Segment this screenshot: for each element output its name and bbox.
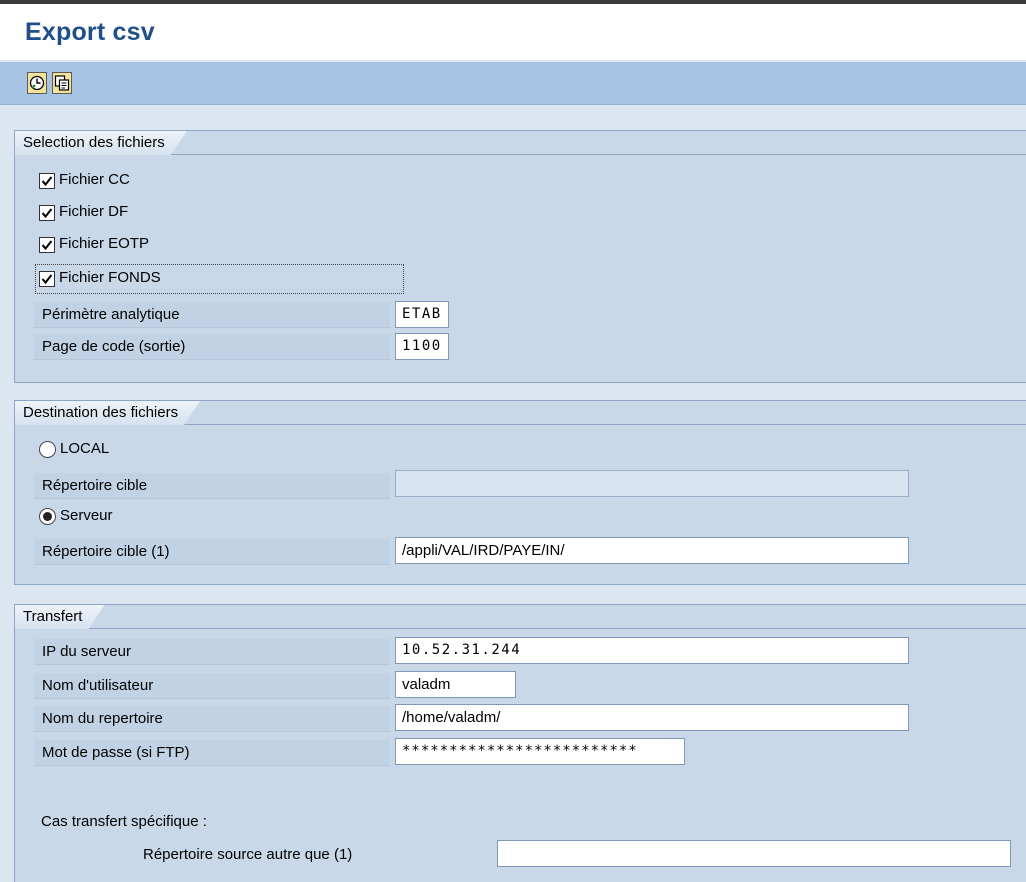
transfert-group-title: Transfert [15, 605, 104, 629]
destination-group-title: Destination des fichiers [15, 401, 200, 425]
checkbox-label-fichier-df: Fichier DF [59, 203, 129, 220]
page-title: Export csv [25, 18, 155, 46]
checkbox-label-fichier-cc: Fichier CC [59, 171, 130, 188]
user-input[interactable]: valadm [395, 671, 516, 698]
perimetre-label: Périmètre analytique [34, 302, 390, 328]
user-label: Nom d'utilisateur [34, 673, 390, 699]
dir-label: Nom du repertoire [34, 706, 390, 732]
execute-clock-icon[interactable] [27, 72, 47, 94]
password-input[interactable]: ************************* [395, 738, 685, 765]
application-toolbar [0, 62, 1026, 105]
checkbox-label-fichier-eotp: Fichier EOTP [59, 235, 150, 252]
codepage-label: Page de code (sortie) [34, 334, 390, 360]
checkbox-fichier-df[interactable] [39, 205, 55, 221]
specific-transfer-label: Cas transfert spécifique : [41, 813, 207, 830]
source-dir-label: Répertoire source autre que (1) [143, 846, 353, 863]
dir-input[interactable]: /home/valadm/ [395, 704, 909, 731]
checkbox-label-fichier-fonds: Fichier FONDS [59, 269, 161, 286]
radio-local[interactable] [39, 441, 56, 458]
ip-input[interactable]: 10.52.31.244 [395, 637, 909, 664]
ip-label: IP du serveur [34, 639, 390, 665]
password-label: Mot de passe (si FTP) [34, 740, 390, 766]
server-dir-input[interactable]: /appli/VAL/IRD/PAYE/IN/ [395, 537, 909, 564]
checkbox-fichier-fonds[interactable] [39, 271, 55, 287]
checkbox-fichier-cc[interactable] [39, 173, 55, 189]
perimetre-input[interactable]: ETAB [395, 301, 449, 328]
copy-variant-icon[interactable] [52, 72, 72, 94]
radio-label-serveur: Serveur [60, 507, 113, 524]
local-dir-label: Répertoire cible [34, 473, 390, 499]
checkbox-fichier-eotp[interactable] [39, 237, 55, 253]
selection-group-title: Selection des fichiers [15, 131, 187, 155]
local-dir-input[interactable] [395, 470, 909, 497]
title-bar: Export csv [0, 0, 1026, 60]
codepage-input[interactable]: 1100 [395, 333, 449, 360]
source-dir-input[interactable] [497, 840, 1011, 867]
server-dir-label: Répertoire cible (1) [34, 539, 390, 565]
radio-label-local: LOCAL [60, 440, 110, 457]
radio-serveur[interactable] [39, 508, 56, 525]
